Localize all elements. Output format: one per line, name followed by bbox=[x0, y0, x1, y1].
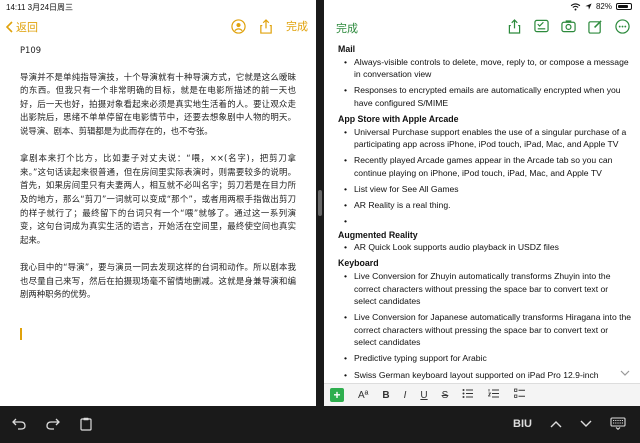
share-icon[interactable] bbox=[506, 18, 522, 34]
more-options-icon[interactable] bbox=[614, 18, 630, 34]
status-time: 14:11 bbox=[6, 3, 26, 12]
list-item bbox=[344, 215, 632, 228]
left-done-button[interactable]: 完成 bbox=[286, 18, 308, 34]
redo-icon[interactable] bbox=[46, 417, 60, 431]
wifi-icon bbox=[570, 2, 581, 10]
format-toolbar: + Aª B I U S bbox=[324, 383, 640, 406]
list-item: Universal Purchase support enables the u… bbox=[344, 126, 632, 151]
strikethrough-button[interactable]: S bbox=[442, 390, 449, 401]
divider-handle[interactable] bbox=[318, 190, 322, 216]
note-title: P109 bbox=[20, 45, 42, 55]
text-style-button[interactable]: Aª bbox=[358, 390, 368, 401]
insert-button[interactable]: + bbox=[330, 388, 344, 402]
checklist-icon[interactable] bbox=[533, 18, 549, 34]
section-heading: Keyboard bbox=[338, 258, 379, 269]
battery-fill bbox=[618, 5, 628, 8]
checkbox-list-icon[interactable] bbox=[514, 388, 526, 402]
battery-percent: 82% bbox=[595, 2, 612, 11]
list-item: Responses to encrypted emails are automa… bbox=[344, 84, 632, 109]
chevron-up-icon[interactable] bbox=[550, 420, 562, 428]
section-heading: Mail bbox=[338, 44, 356, 54]
list-item: List view for See All Games bbox=[344, 183, 632, 196]
paragraph-3: 我心目中的“导演”，要与演员一同去发现这样的台词和动作。所以剧本我也尽量自己来写… bbox=[20, 261, 296, 300]
right-notes-pane: 82% 完成 Mail • Always-visible controls to… bbox=[324, 0, 640, 406]
back-button[interactable]: 返回 bbox=[6, 19, 38, 35]
add-people-icon[interactable] bbox=[230, 18, 246, 34]
share-icon[interactable] bbox=[258, 18, 274, 34]
list-item: Predictive typing support for Arabic bbox=[344, 352, 632, 365]
bullet-list: AR Quick Look supports audio playback in… bbox=[338, 241, 632, 254]
note-body-left[interactable]: P109 导演并不是单纯指导演技，十个导演就有十种导演方式，它就是这么暧昧的东西… bbox=[20, 44, 296, 315]
section-heading: App Store with Apple Arcade bbox=[338, 113, 459, 124]
compose-icon[interactable] bbox=[587, 18, 603, 34]
list-item: Always-visible controls to delete, move,… bbox=[344, 56, 632, 81]
undo-icon[interactable] bbox=[12, 417, 26, 431]
back-label: 返回 bbox=[16, 22, 38, 34]
right-toolbar: 完成 bbox=[324, 14, 640, 40]
status-bar-right: 82% bbox=[324, 0, 640, 14]
keyboard-dismiss-icon[interactable] bbox=[610, 417, 626, 430]
bullet-list: Always-visible controls to delete, move,… bbox=[338, 56, 632, 110]
underline-button[interactable]: U bbox=[420, 390, 427, 401]
battery-icon bbox=[616, 3, 632, 10]
chevron-down-icon[interactable] bbox=[580, 420, 592, 428]
bold-button[interactable]: B bbox=[382, 390, 389, 401]
note-body-right[interactable]: Mail Always-visible controls to delete, … bbox=[338, 43, 632, 385]
split-divider[interactable] bbox=[316, 0, 324, 406]
right-done-button[interactable]: 完成 bbox=[336, 20, 358, 36]
paragraph-2: 拿剧本来打个比方，比如妻子对丈夫说：“喂，××(名字)，把剪刀拿来。”这句话读起… bbox=[20, 153, 296, 245]
text-cursor bbox=[20, 328, 22, 340]
bold-italic-underline-button[interactable]: BIU bbox=[513, 418, 532, 430]
bullet-list: Universal Purchase support enables the u… bbox=[338, 126, 632, 228]
list-item: Live Conversion for Japanese automatical… bbox=[344, 311, 632, 349]
bullet-list: Live Conversion for Zhuyin automatically… bbox=[338, 270, 632, 381]
paste-icon[interactable] bbox=[80, 417, 92, 431]
list-item: Swiss German keyboard layout supported o… bbox=[344, 369, 632, 382]
list-item: AR Quick Look supports audio playback in… bbox=[344, 241, 632, 254]
numbered-list-icon[interactable] bbox=[488, 388, 500, 402]
camera-icon[interactable] bbox=[560, 18, 576, 34]
left-toolbar: 返回 完成 bbox=[0, 14, 316, 40]
ipad-split-screen: 14:11 3月24日周三 返回 完成 P109 导演并不是单纯指导演技，十个导 bbox=[0, 0, 640, 443]
location-icon bbox=[585, 3, 592, 10]
list-item: Live Conversion for Zhuyin automatically… bbox=[344, 270, 632, 308]
italic-button[interactable]: I bbox=[404, 390, 407, 401]
chevron-left-icon bbox=[6, 21, 13, 33]
list-item: Recently played Arcade games appear in t… bbox=[344, 154, 632, 179]
list-item: AR Reality is a real thing. bbox=[344, 199, 632, 212]
keyboard-shortcut-bar: BIU bbox=[0, 406, 640, 443]
section-heading: Augmented Reality bbox=[338, 229, 418, 240]
left-notes-pane: 14:11 3月24日周三 返回 完成 P109 导演并不是单纯指导演技，十个导 bbox=[0, 0, 316, 406]
paragraph-1: 导演并不是单纯指导演技，十个导演就有十种导演方式，它就是这么暧昧的东西。但我只有… bbox=[20, 71, 296, 136]
status-date: 3月24日周三 bbox=[27, 3, 74, 12]
bulleted-list-icon[interactable] bbox=[462, 388, 474, 402]
chevron-down-icon[interactable] bbox=[620, 368, 630, 378]
